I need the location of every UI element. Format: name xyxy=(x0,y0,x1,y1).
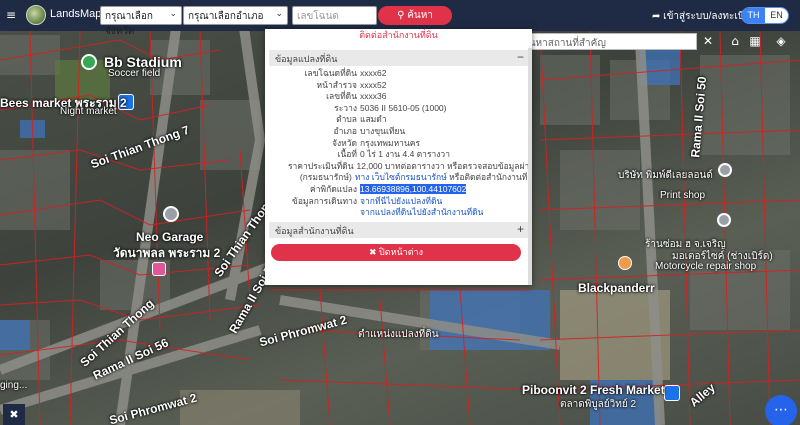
hamburger-menu-icon[interactable]: ≡ xyxy=(6,8,16,22)
clear-search-icon[interactable]: ✕ xyxy=(703,34,713,48)
lang-th-button[interactable]: TH xyxy=(742,8,765,23)
table-row: (กรมธนารักษ์) ทาง เว็บไซต์กรมธนารักษ์ หรื… xyxy=(269,172,528,184)
row-key: ตำบล xyxy=(336,114,357,125)
land-info-section-title: ข้อมูลแปลงที่ดิน xyxy=(275,54,338,64)
expand-icon[interactable]: + xyxy=(517,222,524,236)
row-key: จังหวัด xyxy=(331,137,357,148)
search-button-label: ค้นหา xyxy=(407,10,433,21)
search-icon: ⚲ xyxy=(397,10,408,21)
layers-icon[interactable]: ◈ xyxy=(772,33,790,50)
row-value: แสมดำ xyxy=(360,114,387,125)
row-value: xxxx62 xyxy=(360,68,387,78)
row-value: 0 ไร่ 1 งาน 4.4 ตารางวา xyxy=(360,149,450,160)
row-value: ทาง เว็บไซต์กรมธนารักษ์ หรือติดต่อสำนักง… xyxy=(352,172,528,184)
office-info-section-title: ข้อมูลสำนักงานที่ดิน xyxy=(275,226,354,236)
row-value: 13.66938896,100.44107602 xyxy=(357,183,467,196)
coordinate-value[interactable]: 13.66938896,100.44107602 xyxy=(360,183,467,194)
office-info-section-header[interactable]: ข้อมูลสำนักงานที่ดิน + xyxy=(269,222,528,238)
row-value: บางขุนเทียน xyxy=(360,125,406,136)
row-key: (กรมธนารักษ์) xyxy=(299,172,352,183)
piboonvit-market-label: Piboonvit 2 Fresh Market xyxy=(522,383,665,397)
row-key: เลขโฉนดที่ดิน xyxy=(304,68,357,78)
table-row: เนื้อที่ 0 ไร่ 1 งาน 4.4 ตารางวา xyxy=(269,149,528,161)
row-key: หน้าสำรวจ xyxy=(316,79,357,90)
grid-icon[interactable]: ▦ xyxy=(746,33,764,50)
chevron-down-icon: ⌄ xyxy=(169,8,177,18)
row-key: ค่าพิกัดแปลง xyxy=(310,183,357,194)
close-window-button[interactable]: ✖ ปิดหน้าต่าง xyxy=(271,244,521,261)
row-value: xxxx52 xyxy=(360,79,387,90)
table-row: ราคาประเมินที่ดิน 12,000 บาทต่อตารางวา หร… xyxy=(269,161,528,173)
neo-garage-label: Neo Garage xyxy=(136,230,204,244)
table-row: ข้อมูลการเดินทาง จากที่นี่ไปยังแปลงที่ดิน xyxy=(269,196,528,208)
row-key xyxy=(269,207,357,219)
row-key: เลขที่ดิน xyxy=(326,91,357,102)
parcel-location-label: ตำแหน่งแปลงที่ดิน xyxy=(358,329,439,340)
brand-name[interactable]: LandsMaps xyxy=(50,8,107,20)
district-select[interactable]: กรุณาเลือกอำเภอ ⌄ xyxy=(183,6,288,25)
bb-soccer-label: Soccer field xyxy=(108,68,161,79)
table-row: จังหวัด กรุงเทพมหานคร xyxy=(269,138,528,150)
row-key: ระวาง xyxy=(334,102,357,113)
table-row: หน้าสำรวจ xxxx52 xyxy=(269,80,528,92)
chat-bubble-icon[interactable]: ⋯ xyxy=(765,395,797,425)
table-row: เลขโฉนดที่ดิน xxxx62 xyxy=(269,68,528,80)
motorcycle-marker-icon[interactable] xyxy=(717,213,731,227)
landsmaps-logo[interactable] xyxy=(26,5,46,25)
directions-to-office-link[interactable]: จากแปลงที่ดินไปยังสำนักงานที่ดิน xyxy=(357,207,483,219)
row-value: xxxx36 xyxy=(360,91,387,102)
temple-marker-icon[interactable] xyxy=(152,262,166,276)
table-row: ค่าพิกัดแปลง 13.66938896,100.44107602 xyxy=(269,183,528,196)
table-row: ตำบล แสมดำ xyxy=(269,114,528,126)
table-row: ระวาง 5036 II 5610-05 (1000) xyxy=(269,103,528,115)
motorcycle-shop-label: Motorcycle repair shop xyxy=(655,261,757,272)
close-icon: ✖ xyxy=(368,247,380,257)
wat-label: วัดนาพลล พระราม 2 xyxy=(113,246,221,260)
place-search-input[interactable]: ค้นหาสถานที่สำคัญ xyxy=(517,33,697,50)
close-window-label: ปิดหน้าต่าง xyxy=(379,247,424,257)
table-row: จากแปลงที่ดินไปยังสำนักงานที่ดิน xyxy=(269,207,528,219)
login-icon: ➦ xyxy=(652,11,664,22)
treasury-website-link[interactable]: ทาง เว็บไซต์กรมธนารักษ์ xyxy=(355,172,447,182)
market-marker-icon[interactable] xyxy=(664,385,680,401)
truncated-label: ging... xyxy=(0,380,28,391)
land-info-section-header[interactable]: ข้อมูลแปลงที่ดิน − xyxy=(269,50,528,66)
search-button[interactable]: ⚲ ค้นหา xyxy=(378,6,452,25)
row-key: เนื้อที่ xyxy=(337,149,357,160)
province-select[interactable]: กรุณาเลือกจังหวัด ⌄ xyxy=(100,6,182,37)
print-shop-label: Print shop xyxy=(660,190,706,201)
collapse-icon[interactable]: − xyxy=(517,50,524,64)
row-key: อำเภอ xyxy=(333,125,358,136)
home-icon[interactable]: ⌂ xyxy=(726,33,744,50)
popup-scrollbar[interactable] xyxy=(528,48,532,285)
district-select-value: กรุณาเลือกอำเภอ xyxy=(188,11,264,22)
garage-marker-icon[interactable] xyxy=(163,206,179,222)
parcel-info-popup: ติดต่อสำนักงานที่ดิน ข้อมูลแปลงที่ดิน − … xyxy=(265,29,532,285)
row-key: ราคาประเมินที่ดิน xyxy=(287,160,354,171)
row-value: 12,000 บาทต่อตารางวา หรือตรวจสอบข้อมูลผ่… xyxy=(356,160,528,171)
print-shop-thai-label: บริษัท พิมพ์ดีเลยลอนด์ xyxy=(618,170,713,181)
night-market-label: Night market xyxy=(60,106,117,117)
stadium-marker-icon[interactable] xyxy=(81,54,97,70)
deed-number-input[interactable]: เลขโฉนด xyxy=(292,6,377,25)
top-navigation-bar: ≡ LandsMaps กรุณาเลือกจังหวัด ⌄ กรุณาเลื… xyxy=(0,0,800,37)
land-info-table: เลขโฉนดที่ดิน xxxx62 หน้าสำรวจ xxxx52 เลขท… xyxy=(269,68,528,219)
row-value: 5036 II 5610-05 (1000) xyxy=(360,102,447,113)
language-toggle: TH EN xyxy=(741,7,789,24)
lang-en-button[interactable]: EN xyxy=(765,8,788,23)
table-row: เลขที่ดิน xxxx36 xyxy=(269,91,528,103)
row-value: กรุงเทพมหานคร xyxy=(360,137,421,148)
piboonvit-thai-label: ตลาดพิบูลย์วิทย์ 2 xyxy=(560,399,637,410)
directions-to-parcel-link[interactable]: จากที่นี่ไปยังแปลงที่ดิน xyxy=(357,196,442,208)
print-shop-marker-icon[interactable] xyxy=(718,163,732,177)
row-value-rest: หรือติดต่อสำนักงานที่ดิน xyxy=(449,172,528,183)
chevron-down-icon: ⌄ xyxy=(275,8,283,18)
table-row: อำเภอ บางขุนเทียน xyxy=(269,126,528,138)
blackpanderr-label: Blackpanderr xyxy=(578,281,655,295)
row-key: ข้อมูลการเดินทาง xyxy=(292,195,357,206)
tools-icon[interactable]: ✖ xyxy=(3,404,25,425)
contact-office-link[interactable]: ติดต่อสำนักงานที่ดิน xyxy=(265,29,532,48)
restaurant-marker-icon[interactable] xyxy=(618,256,632,270)
